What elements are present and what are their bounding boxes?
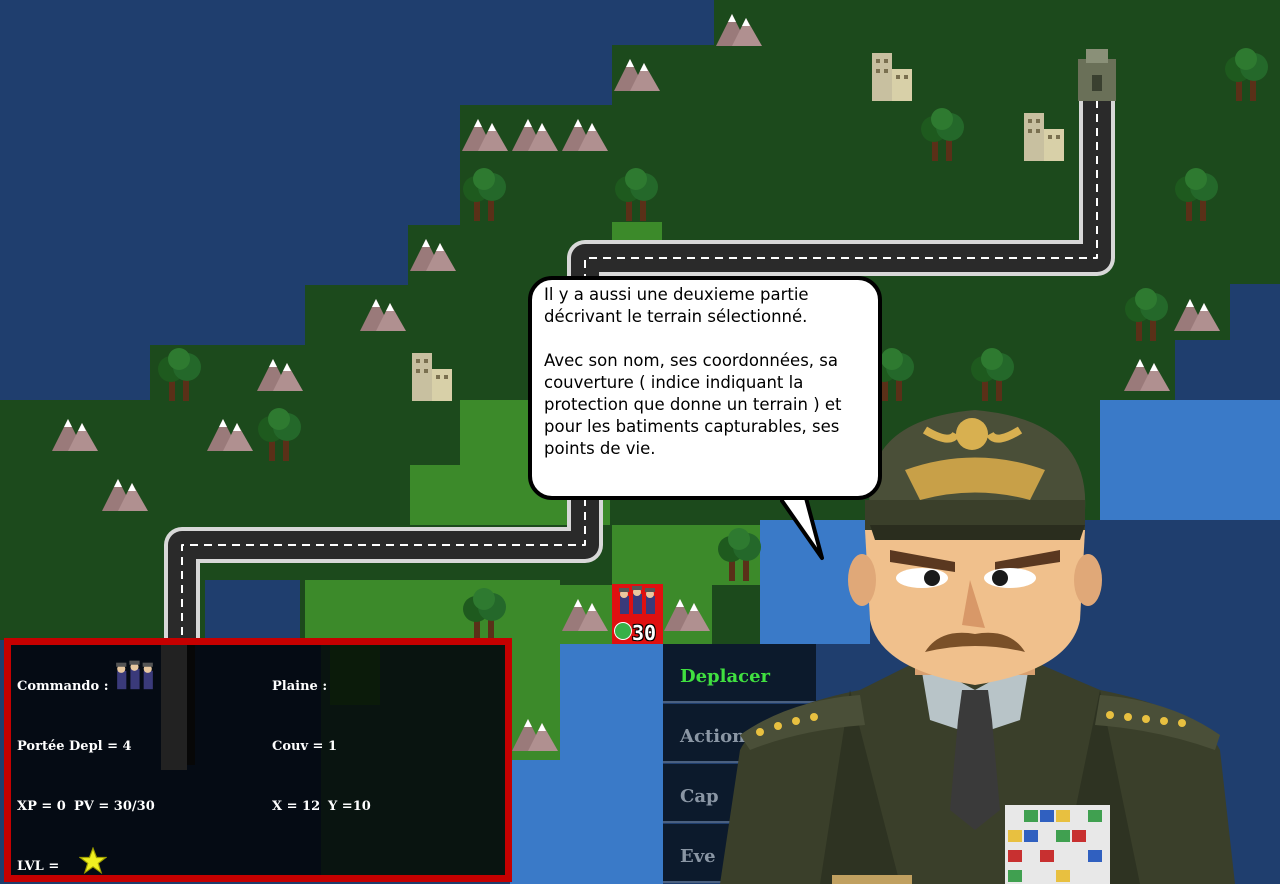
- speech-paragraph-2: Avec son nom, ses coordonnées, sa couver…: [544, 351, 842, 458]
- commando-unit-icon: [619, 586, 655, 614]
- terrain-x-label: X = 12: [272, 799, 321, 814]
- forest-tile: [918, 105, 968, 165]
- mountain-tile: [612, 45, 662, 105]
- terrain-y-label: Y =10: [328, 799, 371, 814]
- forest-tile: [255, 405, 305, 465]
- forest-tile: [612, 165, 662, 225]
- forest-tile: [1172, 165, 1222, 225]
- terrain-cover-label: Couv = 1: [272, 739, 338, 754]
- forest-tile: [155, 345, 205, 405]
- xp-label: XP = 0: [17, 799, 66, 814]
- mountain-tile: [358, 285, 408, 345]
- info-panel: Commando : Portée Depl = 4 XP = 0 PV = 3…: [4, 638, 512, 882]
- level-label: LVL =: [17, 859, 60, 874]
- unit-status-icon: [614, 622, 632, 640]
- mountain-tile: [255, 345, 305, 405]
- mountain-tile: [50, 405, 100, 465]
- mountain-tile: [205, 405, 255, 465]
- forest-tile: [460, 585, 510, 645]
- move-range-label: Portée Depl = 4: [17, 739, 132, 754]
- mountain-tile: [408, 225, 458, 285]
- unit-name-label: Commando :: [17, 679, 109, 694]
- terrain-name-label: Plaine :: [272, 679, 328, 694]
- city-building-tile: [408, 345, 458, 405]
- city-building-tile: [1020, 105, 1070, 165]
- forest-tile: [460, 165, 510, 225]
- medals: [1005, 805, 1110, 884]
- speech-bubble-tail: [780, 494, 824, 560]
- headquarters-tile: [1072, 45, 1122, 105]
- level-star-icon: [79, 847, 107, 875]
- unit-hp-label: 30: [632, 621, 657, 645]
- mountain-tile: [100, 465, 150, 525]
- speech-paragraph-1: Il y a aussi une deuxieme partie décriva…: [544, 285, 809, 326]
- speech-bubble: Il y a aussi une deuxieme partie décriva…: [528, 276, 882, 500]
- commando-unit-icon: [116, 660, 153, 690]
- forest-tile: [1222, 45, 1272, 105]
- mountain-tile: [460, 105, 510, 165]
- mountain-tile: [560, 585, 610, 645]
- mountain-tile: [1172, 285, 1222, 345]
- mountain-tile: [714, 0, 764, 60]
- mountain-tile: [510, 705, 560, 765]
- forest-tile: [1122, 285, 1172, 345]
- hp-label: PV = 30/30: [74, 799, 155, 814]
- city-building-tile: [868, 45, 918, 105]
- mountain-tile: [560, 105, 610, 165]
- mountain-tile: [510, 105, 560, 165]
